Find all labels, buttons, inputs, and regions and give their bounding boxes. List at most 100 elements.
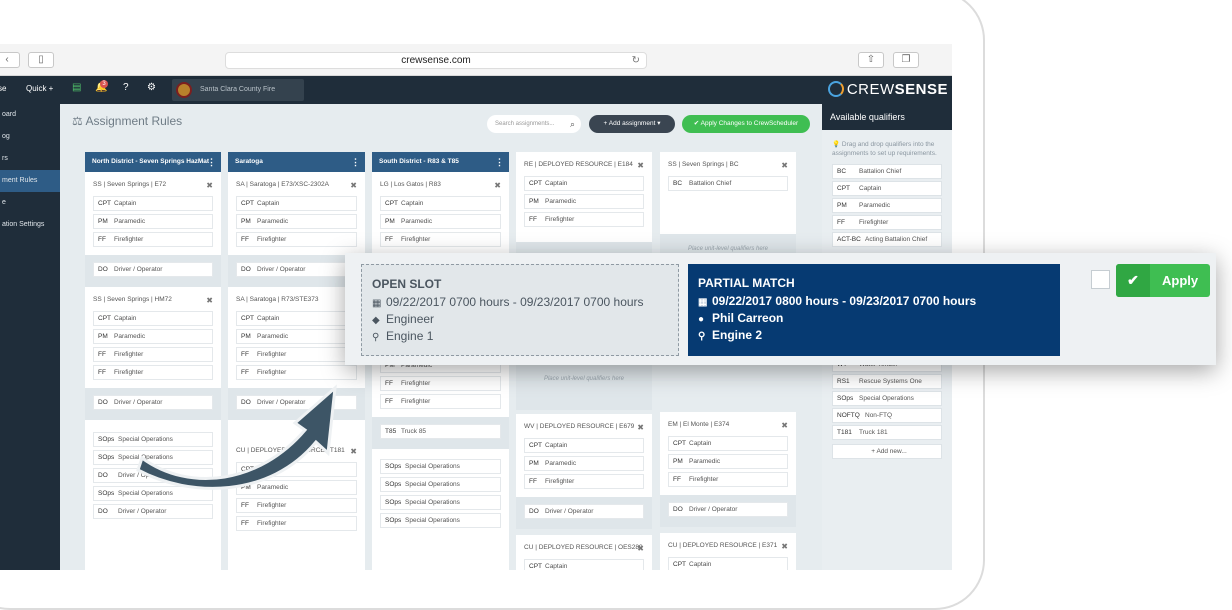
close-icon[interactable]: ✖ — [350, 181, 357, 190]
qualifier-chip[interactable]: CPT Captain — [236, 462, 357, 477]
unit-qualifier-zone[interactable]: DO Driver / Operator — [85, 388, 221, 420]
close-icon[interactable]: ✖ — [494, 181, 501, 190]
qualifier-chip[interactable]: DO Driver / Operator — [93, 395, 213, 410]
quick-menu[interactable]: Quick + — [26, 84, 53, 93]
qualifier-chip[interactable]: SOps Special Operations — [380, 459, 501, 474]
qualifier-chip[interactable]: CPT Captain — [380, 196, 501, 211]
menu-dropdown[interactable]: se — [0, 84, 6, 93]
qualifier-chip[interactable]: FF Firefighter — [236, 498, 357, 513]
available-qualifier[interactable]: PM Paramedic — [832, 198, 942, 213]
search-icon[interactable]: ⌕ — [570, 115, 575, 133]
available-qualifier[interactable]: RS1 Rescue Systems One — [832, 374, 942, 389]
sidebar-item-users[interactable]: rs — [0, 148, 60, 170]
add-assignment-button[interactable]: + Add assignment ▾ — [589, 115, 675, 133]
qualifier-chip[interactable]: FF Firefighter — [93, 347, 213, 362]
available-qualifier[interactable]: CPT Captain — [832, 181, 942, 196]
unit-qualifier-zone[interactable]: DO Driver / Operator — [228, 388, 365, 420]
qualifier-chip[interactable]: CPT Captain — [236, 196, 357, 211]
qualifier-chip[interactable]: FF Firefighter — [668, 472, 788, 487]
unit-qualifier-zone[interactable]: DO Driver / Operator — [660, 495, 796, 527]
close-icon[interactable]: ✖ — [637, 423, 644, 432]
available-qualifier[interactable]: NOFTQ Non-FTQ — [832, 408, 942, 423]
add-new-qualifier-button[interactable]: + Add new... — [832, 444, 942, 459]
qualifier-chip[interactable]: SOps Special Operations — [380, 495, 501, 510]
sidebar-toggle-icon[interactable]: ▯ — [28, 52, 54, 68]
qualifier-chip[interactable]: CPT Captain — [668, 436, 788, 451]
apply-button[interactable]: ✔ Apply — [1116, 264, 1210, 297]
qualifier-chip[interactable]: DO Driver / Operator — [93, 504, 213, 519]
apply-changes-button[interactable]: ✔ Apply Changes to CrewScheduler — [682, 115, 810, 133]
available-qualifier[interactable]: BC Battalion Chief — [832, 164, 942, 179]
qualifier-chip[interactable]: FF Firefighter — [380, 376, 501, 391]
reload-icon[interactable]: ↻ — [632, 53, 640, 68]
column-menu-icon[interactable]: ⋮ — [351, 152, 360, 172]
calendar-icon[interactable]: ▤ — [72, 82, 81, 93]
column-menu-icon[interactable]: ⋮ — [495, 152, 504, 172]
qualifier-chip[interactable]: PM Paramedic — [524, 456, 644, 471]
settings-icon[interactable]: ⚙ — [147, 82, 156, 93]
qualifier-chip[interactable]: PM Paramedic — [236, 214, 357, 229]
qualifier-chip[interactable]: FF Firefighter — [236, 347, 357, 362]
back-icon[interactable]: ‹ — [0, 52, 20, 68]
close-icon[interactable]: ✖ — [637, 161, 644, 170]
qualifier-chip[interactable]: CPT Captain — [668, 557, 788, 570]
sidebar-item-organization-settings[interactable]: ation Settings — [0, 214, 60, 236]
sidebar-item-assignment-rules[interactable]: ment Rules — [0, 170, 60, 192]
close-icon[interactable]: ✖ — [206, 296, 213, 305]
sidebar-item-dashboard[interactable]: oard — [0, 104, 60, 126]
available-qualifier[interactable]: ACT-BC Acting Battalion Chief — [832, 232, 942, 247]
available-qualifier[interactable]: FF Firefighter — [832, 215, 942, 230]
qualifier-chip[interactable]: CPT Captain — [236, 311, 357, 326]
search-input[interactable]: Search assignments... ⌕ — [487, 115, 581, 133]
close-icon[interactable]: ✖ — [781, 542, 788, 551]
qualifier-chip[interactable]: CPT Captain — [524, 176, 644, 191]
qualifier-chip[interactable]: DO Driver / Operator — [93, 262, 213, 277]
qualifier-chip[interactable]: DO Driver / Operator — [93, 468, 213, 483]
qualifier-chip[interactable]: T85 Truck 85 — [380, 424, 501, 439]
qualifier-chip[interactable]: DO Driver / Operator — [236, 395, 357, 410]
unit-qualifier-zone[interactable]: DO Driver / Operator — [516, 497, 652, 529]
qualifier-chip[interactable]: FF Firefighter — [93, 365, 213, 380]
qualifier-chip[interactable]: FF Firefighter — [93, 232, 213, 247]
qualifier-chip[interactable]: FF Firefighter — [236, 365, 357, 380]
close-icon[interactable]: ✖ — [206, 181, 213, 190]
qualifier-chip[interactable]: CPT Captain — [524, 559, 644, 570]
qualifier-chip[interactable]: PM Paramedic — [93, 329, 213, 344]
close-icon[interactable]: ✖ — [637, 544, 644, 553]
qualifier-chip[interactable]: PM Paramedic — [668, 454, 788, 469]
qualifier-chip[interactable]: DO Driver / Operator — [668, 502, 788, 517]
available-qualifier[interactable]: SOps Special Operations — [832, 391, 942, 406]
qualifier-chip[interactable]: SOps Special Operations — [93, 486, 213, 501]
department-selector[interactable]: Santa Clara County Fire Department — [172, 79, 304, 115]
qualifier-chip[interactable]: FF Firefighter — [524, 474, 644, 489]
qualifier-chip[interactable]: DO Driver / Operator — [236, 262, 357, 277]
sidebar-item-log[interactable]: og — [0, 126, 60, 148]
qualifier-chip[interactable]: CPT Captain — [93, 196, 213, 211]
url-bar[interactable]: crewsense.com ↻ — [225, 52, 647, 69]
qualifier-chip[interactable]: FF Firefighter — [524, 212, 644, 227]
qualifier-chip[interactable]: SOps Special Operations — [93, 432, 213, 447]
tabs-icon[interactable]: ❐ — [893, 52, 919, 68]
qualifier-chip[interactable]: FF Firefighter — [236, 516, 357, 531]
qualifier-chip[interactable]: PM Paramedic — [524, 194, 644, 209]
qualifier-chip[interactable]: SOps Special Operations — [93, 450, 213, 465]
qualifier-chip[interactable]: FF Firefighter — [380, 394, 501, 409]
qualifier-chip[interactable]: CPT Captain — [93, 311, 213, 326]
qualifier-chip[interactable]: SOps Special Operations — [380, 477, 501, 492]
help-icon[interactable]: ? — [123, 82, 129, 93]
close-icon[interactable]: ✖ — [350, 447, 357, 456]
qualifier-chip[interactable]: PM Paramedic — [380, 214, 501, 229]
qualifier-chip[interactable]: SOps Special Operations — [380, 513, 501, 528]
sidebar-item-profile[interactable]: e — [0, 192, 60, 214]
qualifier-chip[interactable]: PM Paramedic — [93, 214, 213, 229]
qualifier-chip[interactable]: BC Battalion Chief — [668, 176, 788, 191]
unit-qualifier-zone[interactable]: T85 Truck 85 — [372, 417, 509, 449]
qualifier-chip[interactable]: DO Driver / Operator — [524, 504, 644, 519]
close-icon[interactable]: ✖ — [781, 421, 788, 430]
available-qualifier[interactable]: T181 Truck 181 — [832, 425, 942, 440]
column-menu-icon[interactable]: ⋮ — [207, 152, 216, 172]
qualifier-chip[interactable]: PM Paramedic — [236, 329, 357, 344]
qualifier-chip[interactable]: FF Firefighter — [236, 232, 357, 247]
close-icon[interactable]: ✖ — [781, 161, 788, 170]
unit-qualifier-zone[interactable]: DO Driver / Operator — [85, 255, 221, 287]
